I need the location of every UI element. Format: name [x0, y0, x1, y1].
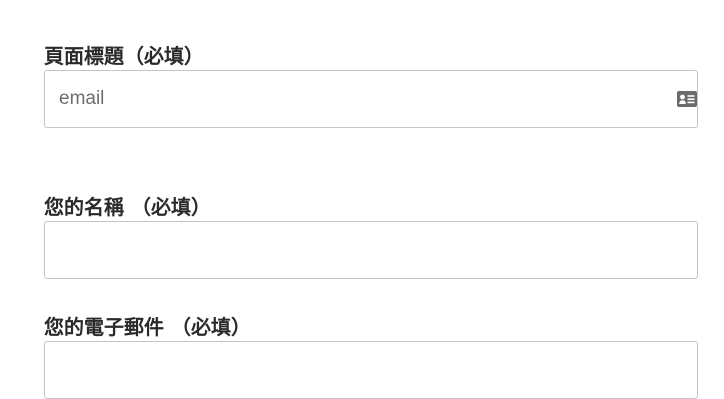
your-name-input[interactable]: [44, 221, 698, 279]
contact-card-icon[interactable]: [677, 91, 697, 107]
your-email-label: 您的電子郵件 （必填）: [44, 315, 251, 339]
page-title-input[interactable]: [44, 70, 698, 128]
your-email-input[interactable]: [44, 341, 698, 399]
page-title-label: 頁面標題（必填）: [44, 44, 204, 68]
your-name-label: 您的名稱 （必填）: [44, 195, 211, 219]
